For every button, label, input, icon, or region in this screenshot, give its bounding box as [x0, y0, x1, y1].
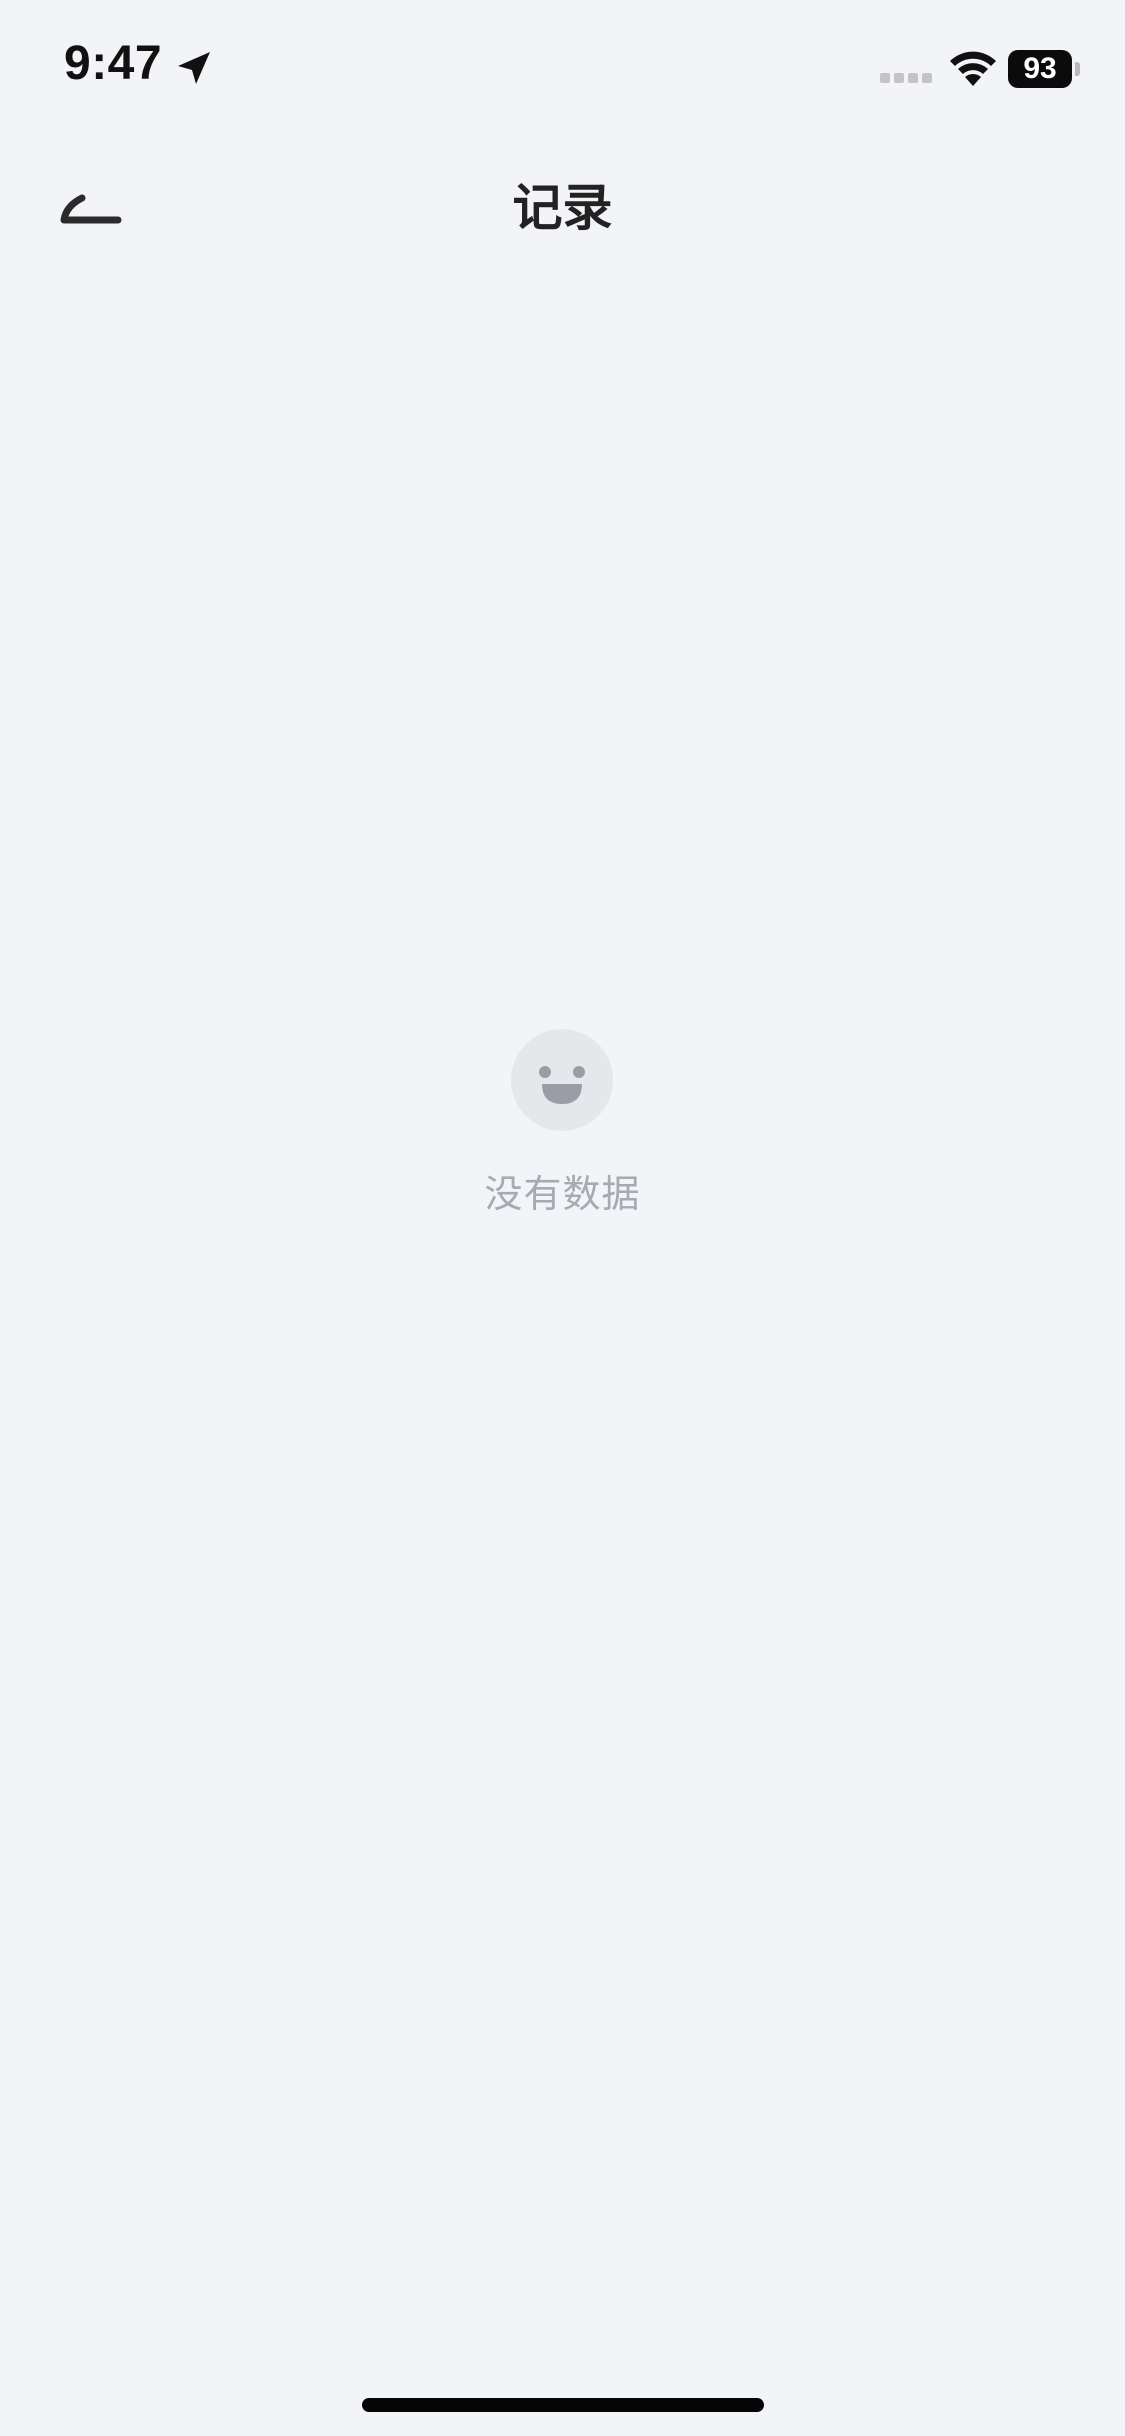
records-screen: 9:47 93 记录 没有数据	[0, 0, 1125, 2436]
status-bar: 9:47 93	[0, 0, 1125, 140]
status-time: 9:47	[64, 37, 163, 90]
battery-icon: 93	[1008, 50, 1080, 88]
location-arrow-icon	[178, 52, 210, 84]
page-title: 记录	[512, 179, 613, 237]
cellular-signal-icon	[880, 73, 932, 83]
battery-level: 93	[1008, 50, 1072, 88]
smiley-face-icon	[511, 1029, 613, 1131]
battery-cap	[1075, 62, 1080, 76]
nav-bar: 记录	[0, 150, 1125, 250]
wifi-icon	[950, 51, 996, 86]
empty-message: 没有数据	[484, 1172, 641, 1216]
home-indicator[interactable]	[362, 2398, 764, 2412]
empty-state: 没有数据	[0, 1028, 1125, 1228]
